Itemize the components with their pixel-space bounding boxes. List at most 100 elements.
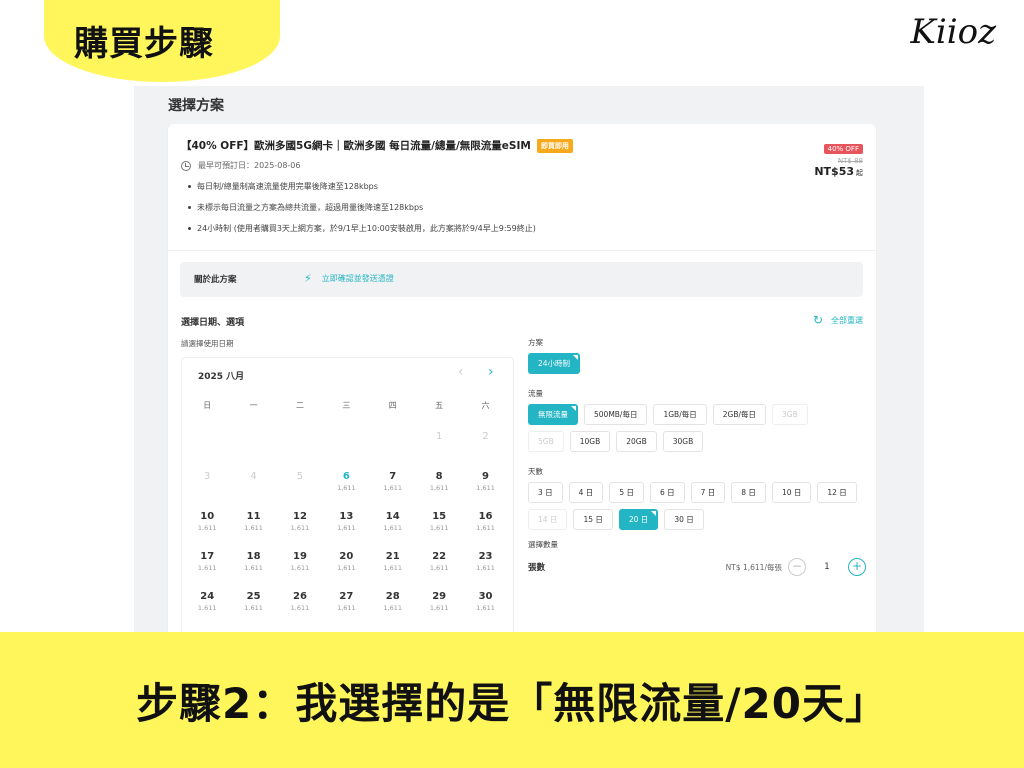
lightning-icon: ⚡ (304, 272, 312, 285)
day-number: 21 (385, 551, 400, 562)
weekday-label: 一 (249, 401, 258, 410)
day-number: 12 (293, 511, 307, 522)
day-price: 1,611 (476, 524, 495, 532)
sale-price-value: NT$53 (814, 165, 854, 178)
instant-confirm-text: 立即確認並發送憑證 (321, 274, 394, 283)
calendar-day[interactable]: 15 1,611 (416, 510, 462, 550)
calendar-day[interactable]: 7 1,611 (370, 470, 416, 510)
calendar-day[interactable]: 22 1,611 (416, 550, 462, 590)
plan-type-chips: 24小時制 (528, 353, 866, 374)
days-option-chip[interactable]: 15 日 (573, 509, 613, 530)
price-box: 40% OFF NT$ 88 NT$53 起 (814, 136, 863, 178)
plan-card: 【40% OFF】歐洲多國5G網卡｜歐洲多國 每日流量/總量/無限流量eSIM 即… (168, 124, 876, 634)
days-option-chip[interactable]: 3 日 (528, 482, 563, 503)
day-number: 25 (246, 591, 261, 602)
calendar-day[interactable]: 19 1,611 (277, 550, 323, 590)
calendar-day[interactable]: 23 1,611 (462, 550, 508, 590)
day-price: 1,611 (244, 604, 263, 612)
days-option-chip[interactable]: 30 日 (664, 509, 704, 530)
price-suffix: 起 (856, 169, 863, 177)
calendar-day[interactable]: 20 1,611 (323, 550, 369, 590)
day-price: 1,611 (383, 484, 403, 492)
day-price: 1,611 (337, 524, 356, 532)
instant-confirm-link[interactable]: ⚡ 立即確認並發送憑證 (304, 272, 394, 285)
data-option-chip[interactable]: 20GB (616, 431, 657, 452)
calendar-day[interactable]: 18 1,611 (230, 550, 276, 590)
calendar-empty-cell (323, 430, 369, 470)
day-number: 6 (342, 471, 350, 482)
day-price: 1,611 (290, 524, 310, 532)
calendar-day[interactable]: 6 1,611 (323, 470, 369, 510)
data-option-chip[interactable]: 1GB/每日 (653, 404, 707, 425)
day-price: 1,611 (244, 524, 263, 532)
days-option-chip[interactable]: 20 日 (618, 509, 659, 530)
calendar-day[interactable]: 28 1,611 (370, 590, 416, 630)
data-option-chip[interactable]: 10GB (569, 431, 611, 452)
calendar-day[interactable]: 11 1,611 (230, 510, 276, 550)
calendar-day[interactable]: 29 1,611 (416, 590, 462, 630)
calendar-day: 3 (184, 470, 230, 510)
calendar-day: 1 (416, 430, 462, 470)
plan-note: 24小時制 (使用者購買3天上網方案，於9/1早上10:00安裝啟用，此方案將於… (188, 223, 536, 244)
data-option-chip[interactable]: 2GB/每日 (712, 404, 766, 425)
unit-price: NT$ 1,611/每張 (725, 562, 782, 572)
day-number: 4 (250, 471, 257, 482)
reset-all-button[interactable]: ↻ 全部重選 (813, 313, 863, 327)
days-option-chip[interactable]: 7 日 (690, 482, 726, 503)
calendar-day[interactable]: 13 1,611 (323, 510, 369, 550)
calendar-day[interactable]: 30 1,611 (462, 590, 508, 630)
day-price: 1,611 (337, 484, 356, 492)
plan-notes: 每日制/總量制高速流量使用完畢後降速至128kbps 未標示每日流量之方案為總共… (188, 181, 536, 244)
earliest-date-row: 最早可預訂日：2025-08-06 (181, 160, 301, 171)
days-option-chip[interactable]: 4 日 (568, 482, 604, 503)
calendar-day[interactable]: 8 1,611 (416, 470, 462, 510)
calendar-day[interactable]: 12 1,611 (277, 510, 323, 550)
section-title: 選擇方案 (168, 98, 224, 114)
calendar-day[interactable]: 10 1,611 (184, 510, 230, 550)
day-number: 14 (385, 511, 400, 522)
days-option-chip[interactable]: 6 日 (649, 482, 685, 503)
date-option-title: 選擇日期、選項 (181, 318, 245, 328)
weekday-label: 四 (388, 401, 397, 410)
day-price: 1,611 (476, 564, 495, 572)
day-number: 30 (478, 591, 493, 602)
about-plan-label: 關於此方案 (194, 275, 237, 285)
data-option-chip[interactable]: 30GB (662, 431, 704, 452)
calendar-day[interactable]: 25 1,611 (230, 590, 276, 630)
decrease-quantity-button[interactable]: − (788, 558, 806, 576)
calendar: 2025 八月 ‹ › 日一二三四五六 1 2 3 4 5 6 1,611 7 1,611 8 1,6… (181, 357, 514, 634)
next-month-icon[interactable]: › (488, 364, 494, 380)
calendar-day[interactable]: 27 1,611 (323, 590, 369, 630)
calendar-day[interactable]: 24 1,611 (184, 590, 230, 630)
calendar-empty-cell (184, 430, 230, 470)
about-plan-bar[interactable]: 關於此方案 ⚡ 立即確認並發送憑證 (180, 262, 863, 297)
day-price: 1,611 (197, 564, 217, 572)
increase-quantity-button[interactable]: + (848, 558, 866, 576)
day-number: 8 (435, 471, 443, 482)
day-price: 1,611 (337, 604, 356, 612)
calendar-day[interactable]: 14 1,611 (370, 510, 416, 550)
prev-month-icon[interactable]: ‹ (458, 364, 464, 380)
discount-badge: 40% OFF (823, 144, 863, 154)
day-price: 1,611 (337, 564, 356, 572)
calendar-day[interactable]: 9 1,611 (462, 470, 508, 510)
data-option-chip[interactable]: 無限流量 (528, 404, 578, 425)
days-option-chip[interactable]: 8 日 (731, 482, 766, 503)
day-number: 24 (200, 591, 215, 602)
plan-note: 未標示每日流量之方案為總共流量，超過用量後降速至128kbps (188, 202, 536, 223)
day-number: 10 (200, 511, 215, 522)
calendar-day: 2 (462, 430, 508, 470)
calendar-day[interactable]: 17 1,611 (184, 550, 230, 590)
calendar-day[interactable]: 16 1,611 (462, 510, 508, 550)
days-option-chip[interactable]: 5 日 (609, 482, 644, 503)
calendar-empty-cell (277, 430, 323, 470)
day-number: 18 (246, 551, 261, 562)
instant-use-tag: 即買即用 (536, 139, 573, 153)
days-option-chip[interactable]: 10 日 (771, 482, 812, 503)
day-number: 20 (339, 551, 354, 562)
calendar-day[interactable]: 21 1,611 (370, 550, 416, 590)
days-option-chip[interactable]: 12 日 (817, 482, 857, 503)
data-option-chip[interactable]: 500MB/每日 (584, 404, 648, 425)
calendar-day[interactable]: 26 1,611 (277, 590, 323, 630)
plan-option-chip[interactable]: 24小時制 (528, 353, 581, 374)
